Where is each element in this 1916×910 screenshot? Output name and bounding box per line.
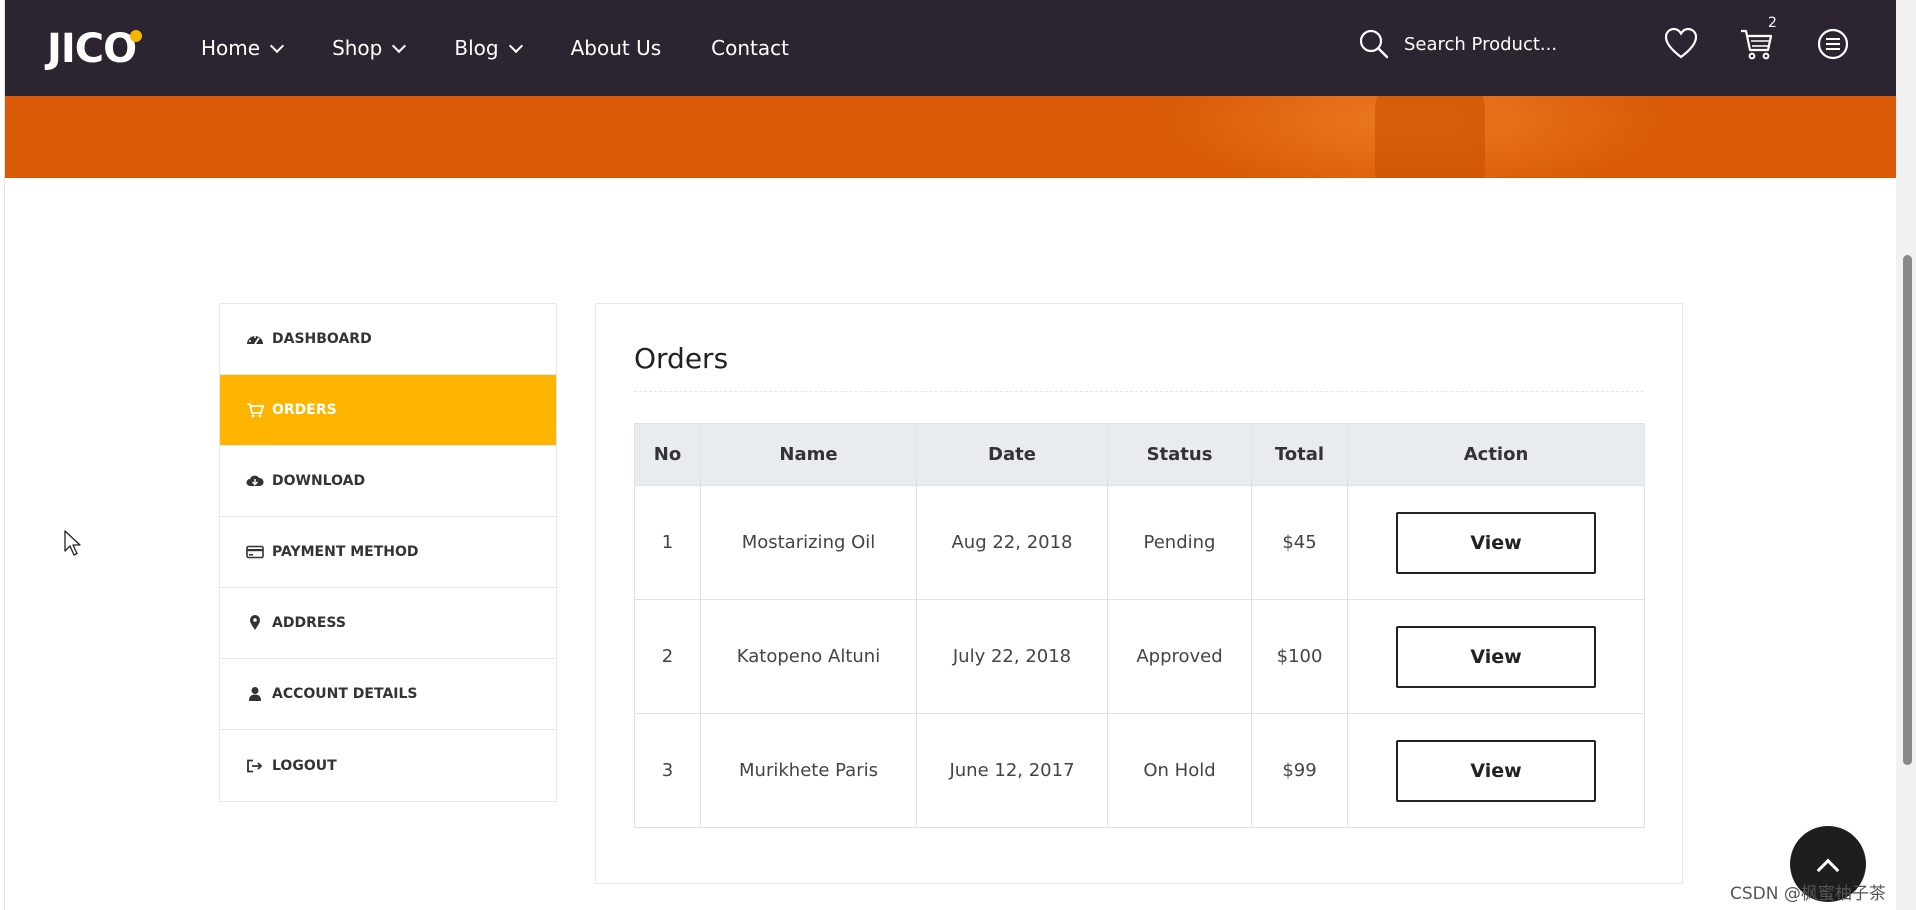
chevron-down-icon [508,38,523,53]
scrollbar-thumb[interactable] [1903,255,1912,765]
cell-action: View [1347,599,1645,714]
sidebar-item-label: LOGOUT [272,757,337,774]
account-sidebar: DASHBOARD ORDERS DOWNLOAD PAYMENT METHOD… [219,303,557,802]
nav-contact-label: Contact [711,36,789,60]
logo-dot [130,30,143,42]
site-logo[interactable]: JICO [47,26,143,72]
nav-about-label: About Us [570,36,662,60]
view-order-button[interactable]: View [1396,739,1596,802]
column-header-name: Name [700,423,917,486]
main-nav: Home Shop Blog About Us Contact [201,0,839,96]
map-marker-icon [246,615,264,631]
cell-name: Katopeno Altuni [700,599,917,714]
nav-blog[interactable]: Blog [454,36,523,60]
cell-total: $99 [1251,713,1348,828]
title-divider [634,391,1644,392]
sidebar-item-label: ADDRESS [272,615,346,631]
column-header-date: Date [916,423,1108,486]
table-row: 1 Mostarizing Oil Aug 22, 2018 Pending $… [634,485,1645,600]
chevron-down-icon [392,38,407,53]
cell-action: View [1347,485,1645,600]
sidebar-item-account-details[interactable]: ACCOUNT DETAILS [220,659,556,730]
logo-text: JICO [47,26,137,72]
table-header-row: No Name Date Status Total Action [634,423,1645,486]
view-order-button[interactable]: View [1396,511,1596,574]
cell-date: July 22, 2018 [916,599,1108,714]
cell-total: $100 [1251,599,1348,714]
sidebar-item-logout[interactable]: LOGOUT [220,730,556,801]
view-order-button[interactable]: View [1396,625,1596,688]
site-header: JICO Home Shop Blog About Us Contact Sea… [5,0,1896,96]
watermark-text: CSDN @枫蜜柚子茶 [1730,884,1886,904]
user-icon [246,686,264,702]
sidebar-item-label: ACCOUNT DETAILS [272,686,418,702]
table-row: 3 Murikhete Paris June 12, 2017 On Hold … [634,713,1645,828]
nav-shop-label: Shop [332,36,383,60]
cell-action: View [1347,713,1645,828]
cell-name: Mostarizing Oil [700,485,917,600]
nav-contact[interactable]: Contact [711,36,789,60]
sidebar-item-download[interactable]: DOWNLOAD [220,446,556,517]
cell-date: Aug 22, 2018 [916,485,1108,600]
nav-about[interactable]: About Us [571,36,662,60]
orders-panel: Orders No Name Date Status Total Action … [595,303,1683,884]
column-header-status: Status [1107,423,1252,486]
sidebar-item-label: ORDERS [272,402,337,418]
sidebar-item-payment-method[interactable]: PAYMENT METHOD [220,517,556,588]
mouse-cursor-icon [64,530,81,556]
search-input[interactable] [1404,33,1604,55]
cloud-download-icon [246,473,264,489]
menu-icon[interactable] [1815,26,1851,62]
cell-no: 3 [634,713,701,828]
chevron-down-icon [269,38,285,53]
dashboard-icon [246,331,264,347]
credit-card-icon [246,544,264,560]
cart-icon [246,402,264,418]
heart-icon[interactable] [1663,26,1699,62]
cell-status: Pending [1107,485,1252,600]
cell-status: Approved [1107,599,1252,714]
cart-count-badge: 2 [1768,15,1777,31]
sidebar-item-label: DOWNLOAD [272,473,366,489]
table-row: 2 Katopeno Altuni July 22, 2018 Approved… [634,599,1645,714]
cart-icon[interactable] [1738,26,1774,62]
nav-home-label: Home [201,36,261,60]
cell-name: Murikhete Paris [700,713,917,828]
cell-no: 2 [634,599,701,714]
cell-status: On Hold [1107,713,1252,828]
sidebar-item-dashboard[interactable]: DASHBOARD [220,304,556,375]
column-header-no: No [634,423,701,486]
sidebar-item-address[interactable]: ADDRESS [220,588,556,659]
cell-total: $45 [1251,485,1348,600]
search-icon[interactable] [1358,28,1390,60]
column-header-total: Total [1251,423,1348,486]
chevron-up-icon [1816,858,1840,882]
orders-table: No Name Date Status Total Action 1 Mosta… [634,423,1645,828]
sidebar-item-orders[interactable]: ORDERS [220,375,556,446]
nav-shop[interactable]: Shop [332,36,407,60]
cell-no: 1 [634,485,701,600]
nav-home[interactable]: Home [201,36,285,60]
sidebar-item-label: PAYMENT METHOD [272,544,419,560]
page-title: Orders [634,342,729,375]
sign-out-icon [246,758,264,774]
sidebar-item-label: DASHBOARD [272,331,372,347]
nav-blog-label: Blog [454,36,499,60]
header-search [1358,28,1604,60]
column-header-action: Action [1347,423,1645,486]
cell-date: June 12, 2017 [916,713,1108,828]
